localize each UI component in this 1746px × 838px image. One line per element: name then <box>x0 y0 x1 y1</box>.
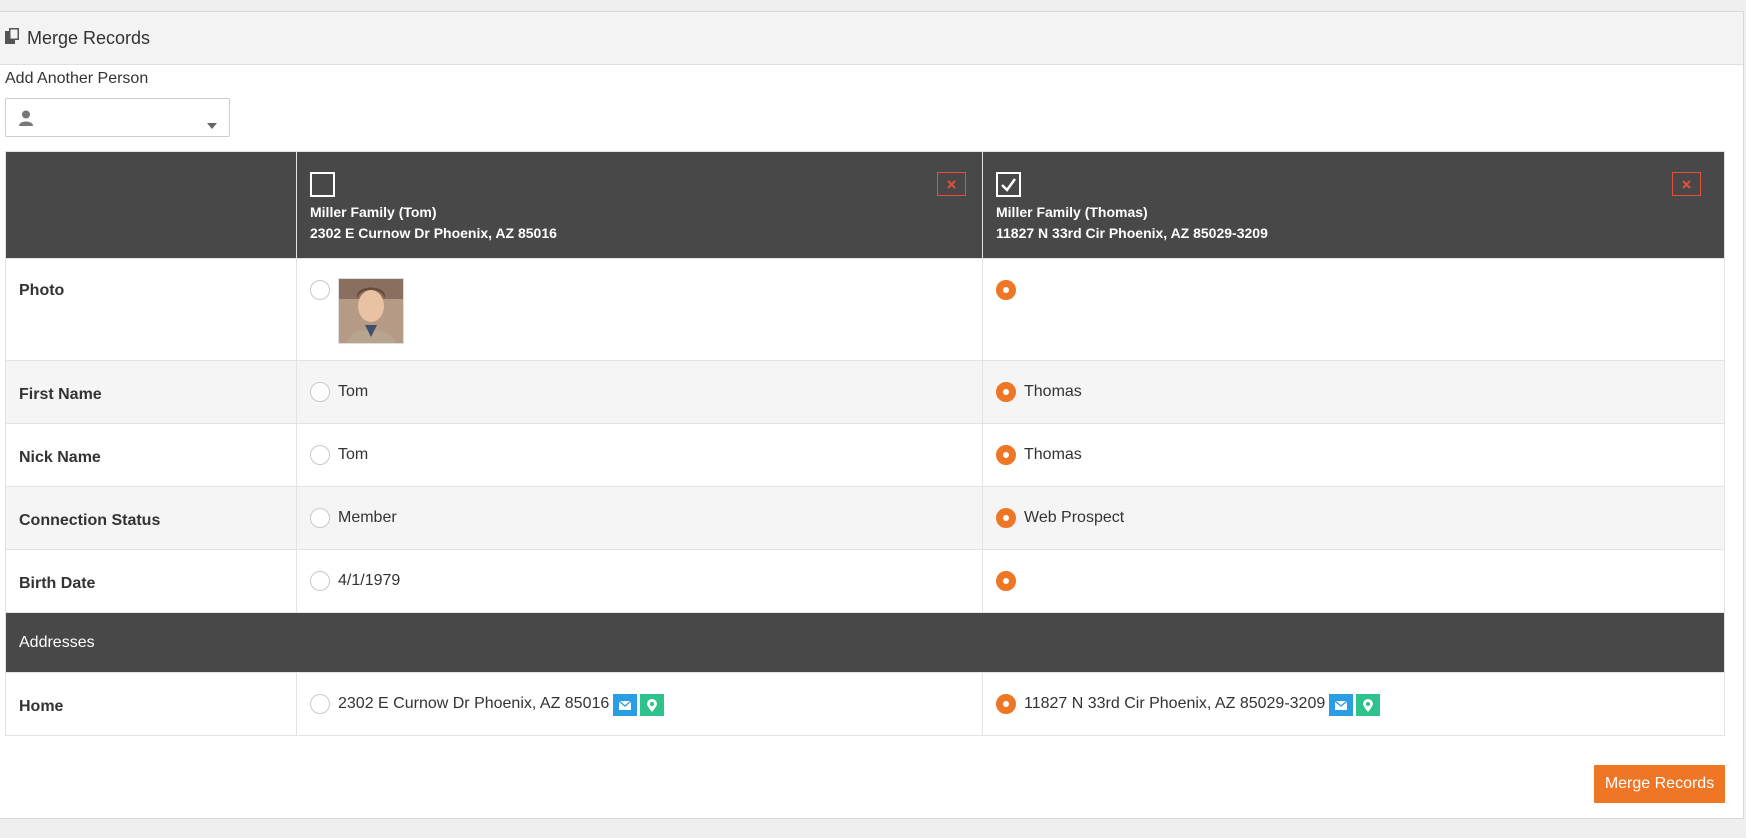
nick-name-row: Nick Name Tom Thomas <box>5 423 1725 487</box>
row-label: Connection Status <box>19 512 161 529</box>
panel-heading: Merge Records <box>0 12 1743 65</box>
row-label: Photo <box>19 282 65 299</box>
connection-status-radio-b[interactable] <box>996 508 1016 528</box>
photo-radio-a[interactable] <box>310 280 330 300</box>
page-title: Merge Records <box>27 27 151 48</box>
first-name-radio-a[interactable] <box>310 382 330 402</box>
birth-date-radio-a[interactable] <box>310 571 330 591</box>
person-picker[interactable] <box>5 98 230 137</box>
birth-date-value-a: 4/1/1979 <box>338 572 401 589</box>
home-address-value-b: 11827 N 33rd Cir Phoenix, AZ 85029-3209 <box>1024 695 1326 712</box>
person-family-name: Miller Family (Tom) <box>310 204 437 220</box>
first-name-value-b: Thomas <box>1024 383 1082 400</box>
close-icon <box>947 179 956 189</box>
person-header-b: Miller Family (Thomas) 11827 N 33rd Cir … <box>982 151 1725 259</box>
connection-status-value-a: Member <box>338 509 397 526</box>
section-title: Addresses <box>19 634 95 651</box>
person-header-row: Miller Family (Tom) 2302 E Curnow Dr Pho… <box>5 151 1725 259</box>
photo-row: Photo <box>5 258 1725 361</box>
map-marker-icon[interactable] <box>1356 694 1381 716</box>
person-address: 11827 N 33rd Cir Phoenix, AZ 85029-3209 <box>996 225 1268 241</box>
nick-name-radio-b[interactable] <box>996 445 1016 465</box>
user-icon <box>19 110 33 131</box>
first-name-radio-b[interactable] <box>996 382 1016 402</box>
close-icon <box>1682 179 1691 189</box>
remove-person-button-a[interactable] <box>937 172 966 196</box>
connection-status-value-b: Web Prospect <box>1024 509 1125 526</box>
row-label: First Name <box>19 386 102 403</box>
envelope-icon[interactable] <box>613 694 638 716</box>
person-family-name: Miller Family (Thomas) <box>996 204 1148 220</box>
nick-name-radio-a[interactable] <box>310 445 330 465</box>
envelope-icon[interactable] <box>1329 694 1354 716</box>
home-address-radio-b[interactable] <box>996 694 1016 714</box>
add-person-label: Add Another Person <box>5 70 149 87</box>
caret-down-icon <box>207 116 217 134</box>
home-address-radio-a[interactable] <box>310 694 330 714</box>
home-address-row: Home 2302 E Curnow Dr Phoenix, AZ 85016 … <box>5 672 1725 736</box>
header-label-cell <box>5 151 297 259</box>
person-address: 2302 E Curnow Dr Phoenix, AZ 85016 <box>310 225 557 241</box>
row-label: Birth Date <box>19 575 96 592</box>
nick-name-value-a: Tom <box>338 446 369 463</box>
nick-name-value-b: Thomas <box>1024 446 1082 463</box>
connection-status-row: Connection Status Member Web Prospect <box>5 486 1725 550</box>
merge-records-button[interactable]: Merge Records <box>1594 765 1725 803</box>
birth-date-row: Birth Date 4/1/1979 <box>5 549 1725 613</box>
person-photo-a <box>338 278 404 344</box>
merge-table: Miller Family (Tom) 2302 E Curnow Dr Pho… <box>5 151 1725 736</box>
remove-person-button-b[interactable] <box>1672 172 1701 196</box>
connection-status-radio-a[interactable] <box>310 508 330 528</box>
row-label: Nick Name <box>19 449 101 466</box>
photo-radio-b[interactable] <box>996 280 1016 300</box>
map-marker-icon[interactable] <box>640 694 665 716</box>
addresses-section-row: Addresses <box>5 612 1725 673</box>
birth-date-radio-b[interactable] <box>996 571 1016 591</box>
checkmark-icon <box>1001 178 1017 192</box>
first-name-row: First Name Tom Thomas <box>5 360 1725 424</box>
person-header-a: Miller Family (Tom) 2302 E Curnow Dr Pho… <box>296 151 983 259</box>
select-person-checkbox-a[interactable] <box>310 172 335 197</box>
first-name-value-a: Tom <box>338 383 369 400</box>
row-label: Home <box>19 698 64 715</box>
select-person-checkbox-b[interactable] <box>996 172 1021 197</box>
home-address-value-a: 2302 E Curnow Dr Phoenix, AZ 85016 <box>338 695 610 712</box>
copy-icon <box>5 27 20 49</box>
